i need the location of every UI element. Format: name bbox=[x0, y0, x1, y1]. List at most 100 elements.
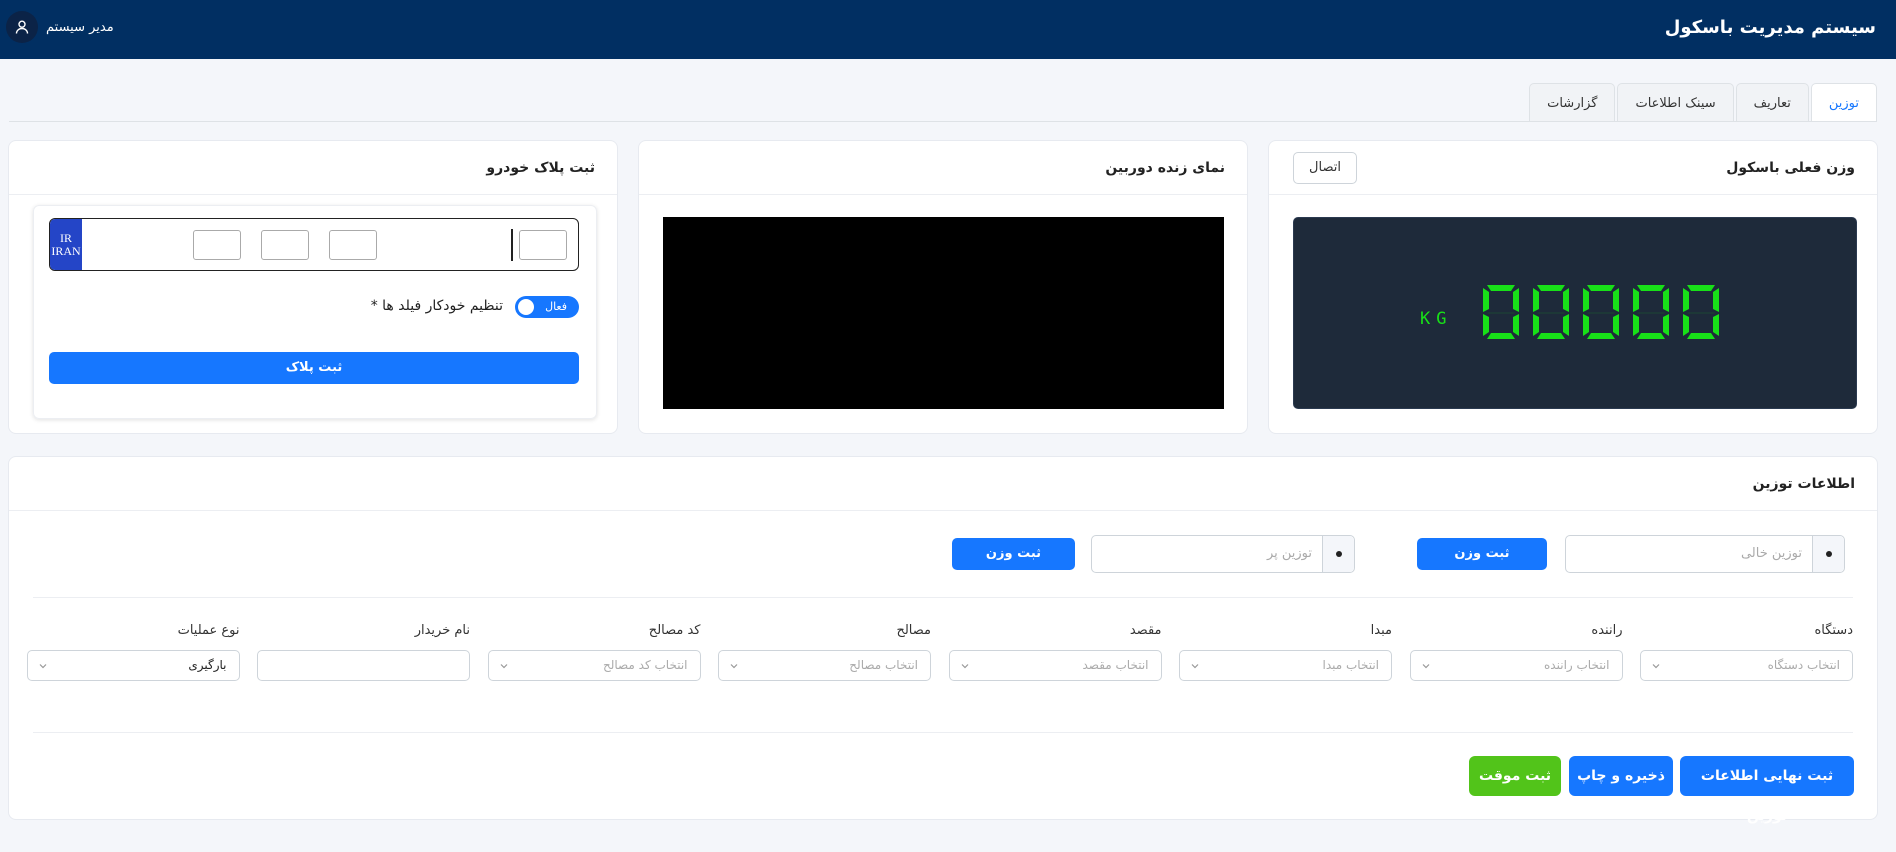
digit-segment bbox=[1563, 314, 1569, 336]
register-full-weight-button[interactable]: ثبت وزن bbox=[952, 538, 1075, 570]
digit-segment bbox=[1533, 314, 1539, 336]
connect-button[interactable]: اتصال bbox=[1293, 152, 1357, 184]
operation-type-value: بارگیری bbox=[188, 658, 227, 672]
field-material: مصالح انتخاب مصالح bbox=[718, 623, 931, 683]
digit-segment bbox=[1687, 333, 1715, 339]
digit-segment bbox=[1537, 333, 1565, 339]
temp-register-button[interactable]: ثبت موقت bbox=[1469, 756, 1561, 796]
field-operation-type: نوع عملیات بارگیری bbox=[26, 623, 240, 683]
full-weight-placeholder: توزین پر bbox=[1266, 546, 1312, 561]
scale-card-title: وزن فعلی باسکول bbox=[1726, 160, 1855, 176]
chevron-down-icon bbox=[1422, 664, 1429, 669]
digit-segment bbox=[1637, 333, 1665, 339]
app-header: سیستم مدیریت باسکول مدیر سیستم bbox=[0, 0, 1896, 59]
material-label: مصالح bbox=[896, 623, 931, 638]
field-driver: راننده انتخاب راننده bbox=[1409, 623, 1623, 683]
digit-segment bbox=[1583, 288, 1589, 312]
user-name: مدیر سیستم bbox=[46, 19, 114, 35]
digit-segment bbox=[1613, 288, 1619, 312]
destination-label: مقصد bbox=[1129, 623, 1162, 638]
field-destination: مقصد انتخاب مقصد bbox=[948, 623, 1162, 683]
empty-weight-input[interactable]: توزین خالی bbox=[1565, 535, 1845, 573]
register-plate-button[interactable]: ثبت پلاک bbox=[49, 352, 579, 384]
user-icon[interactable] bbox=[6, 11, 38, 43]
digit-segment bbox=[1486, 312, 1516, 314]
digit-segment bbox=[1636, 312, 1666, 314]
auto-fill-label: تنظیم خودکار فیلد ها * bbox=[370, 298, 503, 314]
driver-select[interactable]: انتخاب راننده bbox=[1409, 650, 1623, 681]
digit-segment bbox=[1513, 288, 1519, 312]
section-divider bbox=[33, 732, 1853, 733]
driver-placeholder: انتخاب راننده bbox=[1544, 658, 1610, 672]
origin-select[interactable]: انتخاب مبدا bbox=[1179, 650, 1392, 681]
plate-input-2[interactable] bbox=[261, 230, 309, 260]
empty-weight-radio[interactable] bbox=[1812, 536, 1844, 572]
weighing-card-title: اطلاعات توزین bbox=[1752, 476, 1855, 492]
user-menu[interactable]: مدیر سیستم bbox=[6, 11, 114, 43]
scale-card-header: وزن فعلی باسکول اتصال bbox=[1269, 141, 1877, 195]
plate-input-region[interactable] bbox=[519, 230, 567, 260]
tab-definitions[interactable]: تعاریف bbox=[1735, 83, 1809, 122]
digit-segment bbox=[1487, 285, 1515, 291]
device-select[interactable]: انتخاب دستگاه bbox=[1640, 650, 1853, 681]
tab-data-sync[interactable]: سینک اطلاعات bbox=[1617, 83, 1734, 122]
device-label: دستگاه bbox=[1814, 623, 1853, 638]
digit-segment bbox=[1686, 312, 1716, 314]
digit-segment bbox=[1663, 288, 1669, 312]
plate-card: ثبت پلاک خودرو IR IRAN فعال تنظیم خودکار… bbox=[8, 140, 618, 434]
digit-segment bbox=[1483, 288, 1489, 312]
main-tabs: توزین تعاریف سینک اطلاعات گزارشات bbox=[1529, 83, 1877, 122]
digit-segment bbox=[1663, 314, 1669, 336]
chevron-down-icon bbox=[1191, 664, 1199, 669]
destination-select[interactable]: انتخاب مقصد bbox=[948, 650, 1162, 681]
section-divider bbox=[33, 597, 1853, 598]
plate-input-1[interactable] bbox=[193, 230, 241, 260]
plate-form: IR IRAN فعال تنظیم خودکار فیلد ها * ثبت … bbox=[33, 205, 597, 419]
tab-reports[interactable]: گزارشات bbox=[1529, 83, 1616, 122]
digit-segment bbox=[1487, 333, 1515, 339]
buyer-name-label: نام خریدار bbox=[414, 623, 470, 638]
register-empty-weight-button[interactable]: ثبت وزن bbox=[1417, 538, 1547, 570]
camera-card-title: نمای زنده دوربین bbox=[1105, 160, 1225, 176]
plate-card-title: ثبت پلاک خودرو bbox=[486, 160, 595, 176]
weight-display: KG bbox=[1293, 217, 1857, 409]
plate-country-flag: IR IRAN bbox=[50, 219, 82, 270]
digit-segment bbox=[1713, 288, 1719, 312]
material-select[interactable]: انتخاب مصالح bbox=[718, 650, 931, 681]
digit-segment bbox=[1563, 288, 1569, 312]
scale-card: وزن فعلی باسکول اتصال KG bbox=[1268, 140, 1878, 434]
digit-segment bbox=[1637, 285, 1665, 291]
digit-segment bbox=[1687, 285, 1715, 291]
empty-weight-placeholder: توزین خالی bbox=[1740, 546, 1802, 561]
save-print-button[interactable]: ذخیره و چاپ bbox=[1569, 756, 1673, 796]
camera-card-header: نمای زنده دوربین bbox=[639, 141, 1247, 195]
full-weight-input[interactable]: توزین پر bbox=[1091, 535, 1355, 573]
tab-divider bbox=[9, 121, 1877, 122]
tab-weighing[interactable]: توزین bbox=[1810, 83, 1877, 122]
auto-fill-toggle[interactable]: فعال bbox=[515, 296, 579, 318]
license-plate: IR IRAN bbox=[49, 218, 579, 271]
operation-type-label: نوع عملیات bbox=[177, 623, 240, 638]
digit-segment bbox=[1583, 314, 1589, 336]
final-register-button[interactable]: ثبت نهایی اطلاعات توزین bbox=[1680, 756, 1854, 824]
destination-placeholder: انتخاب مقصد bbox=[1082, 658, 1149, 672]
weight-digit bbox=[1633, 285, 1669, 339]
chevron-down-icon bbox=[39, 664, 46, 669]
origin-placeholder: انتخاب مبدا bbox=[1322, 658, 1380, 672]
weight-digit bbox=[1583, 285, 1619, 339]
digit-segment bbox=[1613, 314, 1619, 336]
buyer-name-input[interactable] bbox=[257, 650, 470, 681]
field-device: دستگاه انتخاب دستگاه bbox=[1640, 623, 1853, 683]
digit-segment bbox=[1683, 288, 1689, 312]
camera-live-view bbox=[663, 217, 1224, 409]
driver-label: راننده bbox=[1591, 623, 1623, 638]
plate-input-3[interactable] bbox=[329, 230, 377, 260]
radio-dot bbox=[1825, 551, 1832, 557]
chevron-down-icon bbox=[1652, 664, 1660, 669]
toggle-knob bbox=[518, 299, 534, 315]
plate-separator bbox=[511, 229, 513, 261]
full-weight-radio[interactable] bbox=[1322, 536, 1354, 572]
material-code-select[interactable]: انتخاب کد مصالح bbox=[487, 650, 701, 681]
operation-type-select[interactable]: بارگیری bbox=[26, 650, 240, 681]
weighing-card-header: اطلاعات توزین bbox=[9, 457, 1877, 511]
